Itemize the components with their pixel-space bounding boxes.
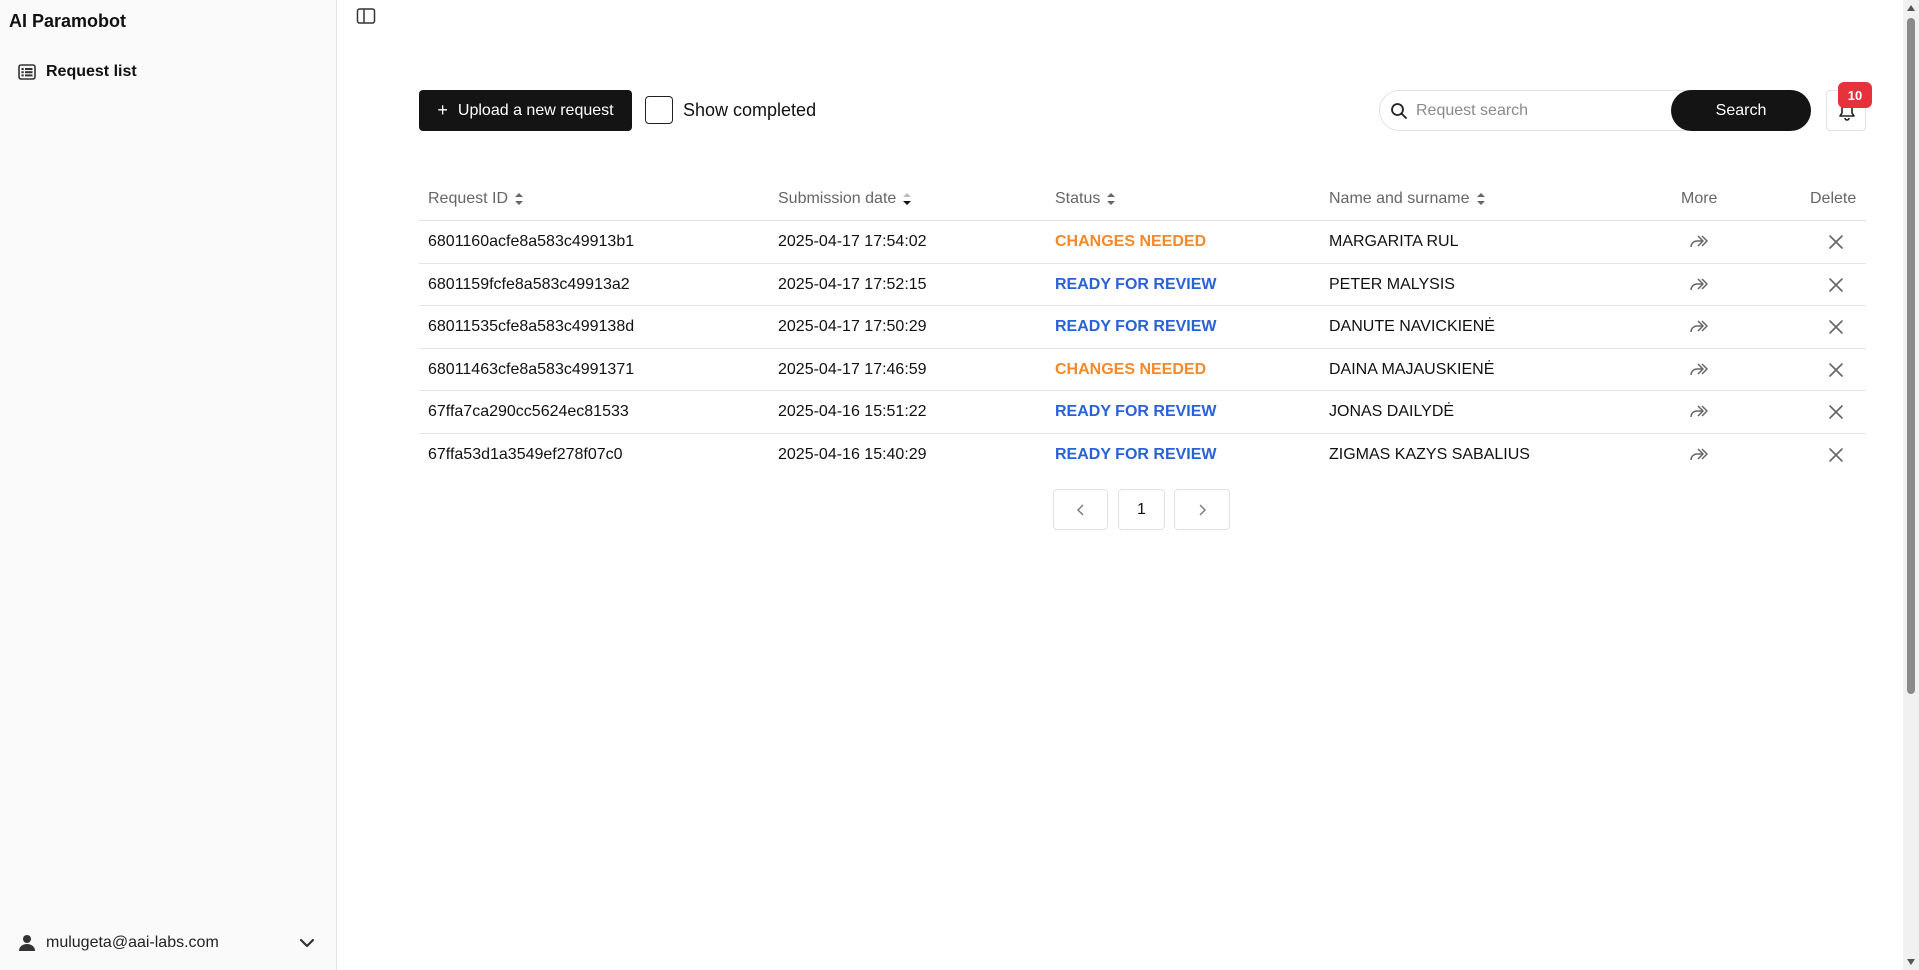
request-id: 68011535cfe8a583c499138d [428, 318, 635, 335]
table-row[interactable]: 68011535cfe8a583c499138d 2025-04-17 17:5… [419, 306, 1866, 349]
page-button[interactable]: 1 [1118, 489, 1165, 530]
search-input[interactable] [1416, 95, 1706, 127]
forward-icon[interactable] [1688, 402, 1710, 422]
forward-icon[interactable] [1688, 317, 1710, 337]
close-icon[interactable] [1828, 234, 1844, 250]
submission-date: 2025-04-17 17:52:15 [778, 275, 927, 293]
close-icon[interactable] [1828, 277, 1844, 293]
sidebar-item-label: Request list [46, 63, 137, 80]
notification-badge: 10 [1838, 82, 1872, 108]
column-header-delete: Delete [1810, 190, 1857, 207]
name-surname: JONAS DAILYDĖ [1329, 403, 1455, 420]
search-icon [1391, 103, 1407, 119]
forward-icon[interactable] [1688, 275, 1710, 295]
scroll-up-icon[interactable] [1906, 3, 1916, 13]
sort-desc-icon [903, 193, 912, 205]
scroll-down-icon[interactable] [1906, 957, 1916, 967]
close-icon[interactable] [1828, 447, 1844, 463]
table-row[interactable]: 68011463cfe8a583c4991371 2025-04-17 17:4… [419, 349, 1866, 391]
status-badge: READY FOR REVIEW [1055, 403, 1217, 420]
user-icon [19, 935, 35, 951]
status-badge: READY FOR REVIEW [1055, 275, 1217, 293]
table-row[interactable]: 67ffa53d1a3549ef278f07c0 2025-04-16 15:4… [419, 434, 1866, 477]
chevron-left-icon [1076, 504, 1083, 515]
request-id: 6801159fcfe8a583c49913a2 [428, 275, 630, 293]
name-surname: MARGARITA RUL [1329, 233, 1459, 250]
name-surname: DANUTE NAVICKIENĖ [1329, 318, 1495, 335]
scrollbar[interactable] [1903, 0, 1919, 970]
requests-table: Request ID Submission date Status Name a… [419, 177, 1866, 476]
upload-request-button[interactable]: + Upload a new request [419, 90, 632, 131]
status-badge: CHANGES NEEDED [1055, 233, 1207, 250]
request-id: 67ffa7ca290cc5624ec81533 [428, 403, 629, 420]
table-row[interactable]: 6801159fcfe8a583c49913a2 2025-04-17 17:5… [419, 264, 1866, 306]
close-icon[interactable] [1828, 362, 1844, 378]
next-page-button[interactable] [1174, 489, 1230, 530]
submission-date: 2025-04-17 17:50:29 [778, 318, 927, 335]
sort-icon [1476, 193, 1485, 205]
forward-icon[interactable] [1688, 445, 1710, 465]
show-completed-label: Show completed [683, 99, 817, 120]
status-badge: CHANGES NEEDED [1055, 360, 1207, 378]
request-id: 68011463cfe8a583c4991371 [428, 360, 635, 378]
scroll-thumb[interactable] [1907, 18, 1915, 694]
show-completed-checkbox[interactable] [645, 96, 673, 124]
request-id: 6801160acfe8a583c49913b1 [428, 233, 635, 250]
user-menu[interactable]: mulugeta@aai-labs.com [10, 928, 326, 958]
table-row[interactable]: 6801160acfe8a583c49913b1 2025-04-17 17:5… [419, 221, 1866, 264]
upload-request-label: Upload a new request [457, 101, 614, 119]
sidebar-item-request-list[interactable]: Request list [10, 58, 326, 86]
show-completed-toggle[interactable]: Show completed [645, 96, 816, 124]
chevron-right-icon [1199, 504, 1206, 515]
forward-icon[interactable] [1688, 360, 1710, 380]
column-header-submission-date[interactable]: Submission date [778, 190, 912, 208]
table-body: 6801160acfe8a583c49913b1 2025-04-17 17:5… [419, 221, 1866, 476]
name-surname: PETER MALYSIS [1329, 275, 1455, 293]
column-header-status[interactable]: Status [1055, 190, 1116, 208]
forward-icon[interactable] [1688, 232, 1710, 252]
chevron-down-icon[interactable] [296, 932, 318, 954]
table-row[interactable]: 67ffa7ca290cc5624ec81533 2025-04-16 15:5… [419, 391, 1866, 434]
status-badge: READY FOR REVIEW [1055, 318, 1217, 335]
sidebar: AI Paramobot Request list mulugeta@aai-l… [0, 0, 337, 970]
prev-page-button[interactable] [1053, 489, 1108, 530]
table-header: Request ID Submission date Status Name a… [419, 177, 1866, 221]
sort-icon [1107, 193, 1116, 205]
column-header-request-id[interactable]: Request ID [428, 190, 524, 208]
name-surname: ZIGMAS KAZYS SABALIUS [1329, 445, 1530, 463]
submission-date: 2025-04-17 17:54:02 [778, 233, 927, 250]
name-surname: DAINA MAJAUSKIENĖ [1329, 360, 1495, 378]
close-icon[interactable] [1828, 319, 1844, 335]
request-id: 67ffa53d1a3549ef278f07c0 [428, 445, 623, 463]
plus-icon: + [437, 100, 448, 120]
search-button[interactable]: Search [1671, 90, 1811, 131]
list-icon [18, 64, 36, 80]
column-header-name[interactable]: Name and surname [1329, 190, 1486, 208]
sort-icon [515, 193, 524, 205]
submission-date: 2025-04-16 15:51:22 [778, 403, 927, 420]
submission-date: 2025-04-17 17:46:59 [778, 360, 927, 378]
close-icon[interactable] [1828, 404, 1844, 420]
user-email: mulugeta@aai-labs.com [46, 934, 219, 951]
status-badge: READY FOR REVIEW [1055, 445, 1217, 463]
column-header-more: More [1681, 190, 1718, 207]
app-title: AI Paramobot [9, 11, 127, 31]
submission-date: 2025-04-16 15:40:29 [778, 445, 927, 463]
sidebar-toggle-icon[interactable] [356, 6, 376, 26]
